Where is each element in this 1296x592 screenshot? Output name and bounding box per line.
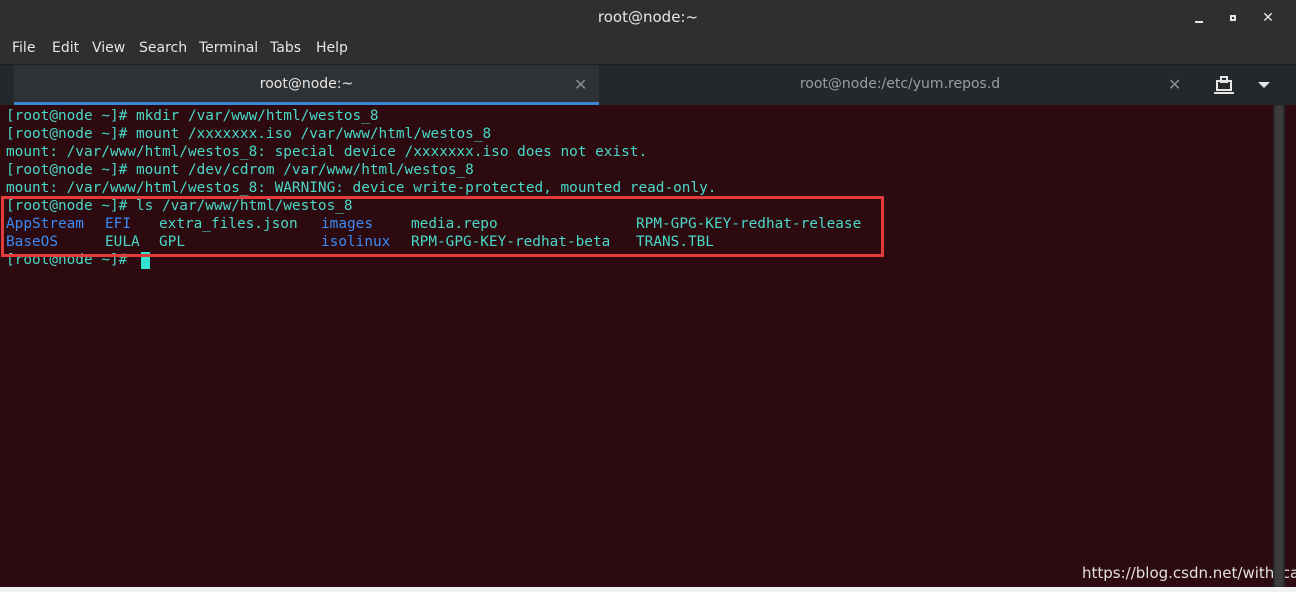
terminal-line: [root@node ~]# mount /xxxxxxx.iso /var/w… [6, 126, 492, 142]
menu-search[interactable]: Search [139, 40, 187, 56]
tab-menu-chevron-down-icon[interactable] [1258, 82, 1270, 88]
terminal-line: mount: /var/www/html/westos_8: special d… [6, 144, 648, 160]
menu-help[interactable]: Help [316, 40, 348, 56]
scrollbar[interactable] [1273, 105, 1285, 587]
terminal-line: [root@node ~]# mount /dev/cdrom /var/www… [6, 162, 474, 178]
watermark: https://blog.csdn.net/with_cat [1082, 564, 1296, 582]
menu-terminal[interactable]: Terminal [199, 40, 258, 56]
annotation-highlight-box [1, 196, 884, 257]
terminal-area[interactable]: [root@node ~]# mkdir /var/www/html/westo… [0, 105, 1296, 587]
menu-tabs[interactable]: Tabs [270, 40, 301, 56]
tab-label: root@node:/etc/yum.repos.d [799, 76, 1001, 92]
tab-bar: root@node:~ ✕ root@node:/etc/yum.repos.d… [0, 64, 1296, 105]
title-bar: root@node:~ ✕ [0, 0, 1296, 35]
minimize-icon[interactable] [1189, 8, 1209, 28]
menu-edit[interactable]: Edit [52, 40, 79, 56]
tab-close-icon[interactable]: ✕ [574, 75, 587, 94]
scrollbar-thumb[interactable] [1275, 105, 1283, 587]
close-icon[interactable]: ✕ [1258, 8, 1278, 28]
terminal-line: mount: /var/www/html/westos_8: WARNING: … [6, 180, 717, 196]
tab-label: root@node:~ [259, 76, 354, 92]
menu-file[interactable]: File [12, 40, 35, 56]
tab-close-icon[interactable]: ✕ [1168, 75, 1181, 94]
terminal-line: [root@node ~]# mkdir /var/www/html/westo… [6, 108, 379, 124]
tab-root-home[interactable]: root@node:~ ✕ [14, 65, 599, 105]
new-tab-icon[interactable] [1214, 76, 1234, 94]
window-title: root@node:~ [597, 8, 699, 26]
menu-bar: File Edit View Search Terminal Tabs Help [0, 35, 1296, 64]
menu-view[interactable]: View [92, 40, 125, 56]
bottom-edge [0, 587, 1296, 592]
maximize-icon[interactable] [1223, 8, 1243, 28]
tab-yum-repos[interactable]: root@node:/etc/yum.repos.d ✕ [600, 65, 1200, 105]
